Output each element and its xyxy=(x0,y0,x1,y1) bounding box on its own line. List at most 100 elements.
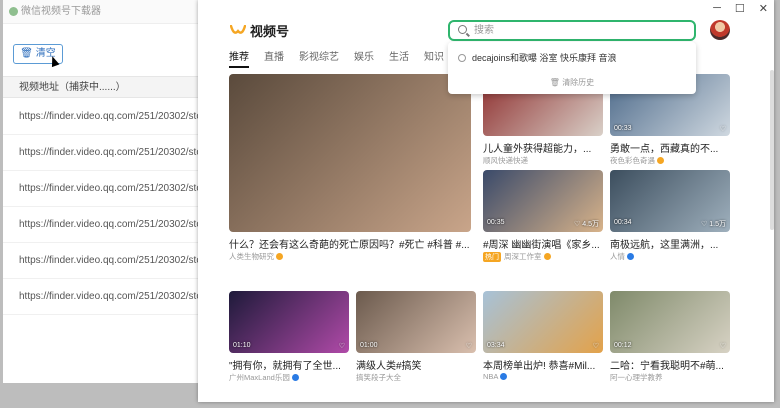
video-thumbnail[interactable]: 01:00 ♡ xyxy=(356,291,476,353)
video-card[interactable]: 01:10 ♡ "拥有你，就拥有了全世... 广州MaxLand乐园 xyxy=(229,291,349,389)
url-row[interactable]: https://finder.video.qq.com/251/20302/st… xyxy=(3,279,199,315)
like-count: ♡ xyxy=(465,343,472,350)
verified-icon xyxy=(291,374,299,381)
tab-film-variety[interactable]: 影视综艺 xyxy=(299,48,339,68)
author-name: 广州MaxLand乐园 xyxy=(229,373,290,382)
video-card[interactable]: 00:12 ♡ 二哈：宁看我聪明不#萌... 阿一心理学教养 xyxy=(610,291,730,389)
tab-recommend[interactable]: 推荐 xyxy=(229,48,249,68)
video-author[interactable]: 夜色彩色奇遇 xyxy=(610,155,730,166)
minimize-button[interactable]: ─ xyxy=(713,2,721,15)
trash-icon: 🗑 xyxy=(20,48,33,59)
author-name: NBA xyxy=(483,372,499,381)
video-title[interactable]: #周深 幽幽街演唱《家乡... xyxy=(483,236,603,251)
url-row[interactable]: https://finder.video.qq.com/251/20302/st… xyxy=(3,243,199,279)
close-button[interactable]: ✕ xyxy=(759,2,768,15)
video-title[interactable]: 勇敢一点，西藏真的不... xyxy=(610,140,730,155)
like-count: ♡ xyxy=(719,126,726,133)
clear-history-button[interactable]: 🗑 清除历史 xyxy=(448,77,696,88)
verified-icon xyxy=(500,373,508,380)
author-name: 人类生物研究 xyxy=(229,252,274,261)
video-title[interactable]: 什么？还会有这么奇葩的死亡原因吗？#死亡 #科普 #... xyxy=(229,236,471,251)
window-controls: ─ ☐ ✕ xyxy=(713,2,768,15)
video-title[interactable]: "拥有你，就拥有了全世... xyxy=(229,357,349,372)
video-duration: 01:10 xyxy=(233,342,251,349)
verified-icon xyxy=(543,253,551,260)
video-card[interactable]: 03:34 ♡ 本周榜单出炉! 恭喜#Mil... NBA xyxy=(483,291,603,389)
video-author[interactable]: NBA xyxy=(483,372,603,381)
tab-entertainment[interactable]: 娱乐 xyxy=(354,48,374,68)
search-icon xyxy=(458,25,467,34)
video-thumbnail[interactable]: 00:35 ♡ 4.5万 xyxy=(483,170,603,232)
avatar[interactable] xyxy=(710,20,730,40)
video-title[interactable]: 本周榜单出炉! 恭喜#Mil... xyxy=(483,357,603,372)
video-author[interactable]: 热门 周深工作室 xyxy=(483,251,603,262)
trash-icon: 🗑 xyxy=(549,78,560,87)
downloader-window: 微信视频号下载器 🗑 清空 视频地址（捕获中......） https://fi… xyxy=(3,0,199,383)
url-row[interactable]: https://finder.video.qq.com/251/20302/st… xyxy=(3,99,199,135)
video-title[interactable]: 二哈：宁看我聪明不#萌... xyxy=(610,357,730,372)
like-count: ♡ xyxy=(719,343,726,350)
video-duration: 03:34 xyxy=(487,342,505,349)
search-history-item[interactable]: decajoins和歌曝 浴室 快乐康拜 音浪 xyxy=(458,51,617,64)
search-placeholder: 搜索 xyxy=(474,25,494,36)
video-author[interactable]: 顺风快递快递 xyxy=(483,155,603,166)
clear-history-label: 清除历史 xyxy=(562,78,595,87)
brand-name: 视频号 xyxy=(250,24,290,39)
history-clock-icon xyxy=(458,53,466,62)
thumbnail-meta: 01:10 ♡ xyxy=(233,342,345,350)
author-name: 阿一心理学教养 xyxy=(610,373,663,382)
video-url-column-header: 视频地址（捕获中......） xyxy=(3,76,199,98)
video-title[interactable]: 满级人类#搞笑 xyxy=(356,357,476,372)
video-author[interactable]: 搞笑段子大全 xyxy=(356,372,476,383)
video-duration: 00:33 xyxy=(614,125,632,132)
like-count: ♡ xyxy=(338,343,345,350)
downloader-titlebar: 微信视频号下载器 xyxy=(3,0,198,24)
video-thumbnail[interactable]: 01:10 ♡ xyxy=(229,291,349,353)
maximize-button[interactable]: ☐ xyxy=(735,2,745,15)
hot-badge: 热门 xyxy=(483,252,501,262)
video-thumbnail[interactable] xyxy=(229,74,471,232)
thumbnail-meta: 00:34 ♡ 1.5万 xyxy=(614,219,726,229)
like-count: ♡ 4.5万 xyxy=(574,221,599,228)
author-name: 夜色彩色奇遇 xyxy=(610,156,655,165)
video-author[interactable]: 人类生物研究 xyxy=(229,251,471,262)
search-history-dropdown: decajoins和歌曝 浴室 快乐康拜 音浪 🗑 清除历史 xyxy=(448,42,696,94)
thumbnail-meta: 00:12 ♡ xyxy=(614,342,726,350)
tab-life[interactable]: 生活 xyxy=(389,48,409,68)
video-card[interactable]: 什么？还会有这么奇葩的死亡原因吗？#死亡 #科普 #... 人类生物研究 xyxy=(229,74,471,268)
video-author[interactable]: 阿一心理学教养 xyxy=(610,372,730,383)
video-card[interactable]: 00:35 ♡ 4.5万 #周深 幽幽街演唱《家乡... 热门 周深工作室 xyxy=(483,170,603,268)
like-count: ♡ xyxy=(592,343,599,350)
url-row[interactable]: https://finder.video.qq.com/251/20302/st… xyxy=(3,135,199,171)
video-duration: 01:00 xyxy=(360,342,378,349)
thumbnail-meta: 00:35 ♡ 4.5万 xyxy=(487,219,599,229)
thumbnail-meta: 03:34 ♡ xyxy=(487,342,599,350)
video-author[interactable]: 广州MaxLand乐园 xyxy=(229,372,349,383)
video-author[interactable]: 人情 xyxy=(610,251,730,262)
tab-live[interactable]: 直播 xyxy=(264,48,284,68)
video-duration: 00:12 xyxy=(614,342,632,349)
tab-knowledge[interactable]: 知识 xyxy=(424,48,444,68)
brand[interactable]: 视频号 xyxy=(230,21,289,40)
search-input[interactable]: 搜索 xyxy=(448,20,696,41)
video-title[interactable]: 儿人童外获得超能力，... xyxy=(483,140,603,155)
video-card[interactable]: 00:34 ♡ 1.5万南极远航，这里满洲，... 人情 xyxy=(610,170,730,268)
thumbnail-meta: 01:00 ♡ xyxy=(360,342,472,350)
author-name: 顺风快递快递 xyxy=(483,156,528,165)
video-thumbnail[interactable]: 00:34 ♡ 1.5万 xyxy=(610,170,730,232)
verified-icon xyxy=(657,157,664,164)
url-row[interactable]: https://finder.video.qq.com/251/20302/st… xyxy=(3,207,199,243)
category-tabs: 推荐 直播 影视综艺 娱乐 生活 知识 xyxy=(229,48,459,68)
video-duration: 00:35 xyxy=(487,219,505,226)
video-card[interactable]: 01:00 ♡ 满级人类#搞笑 搞笑段子大全 xyxy=(356,291,476,389)
channels-window: ─ ☐ ✕ 视频号 搜索 decajoins和歌曝 浴室 快乐康拜 音浪 🗑 清… xyxy=(198,0,774,402)
downloader-title: 微信视频号下载器 xyxy=(21,6,101,17)
url-row[interactable]: https://finder.video.qq.com/251/20302/st… xyxy=(3,171,199,207)
video-title[interactable]: 南极远航，这里满洲，... xyxy=(610,236,730,251)
video-thumbnail[interactable]: 03:34 ♡ xyxy=(483,291,603,353)
video-thumbnail[interactable]: 00:12 ♡ xyxy=(610,291,730,353)
author-name: 搞笑段子大全 xyxy=(356,373,401,382)
scrollbar[interactable] xyxy=(770,70,774,230)
author-name: 周深工作室 xyxy=(504,252,542,261)
channels-logo-icon xyxy=(230,24,246,34)
